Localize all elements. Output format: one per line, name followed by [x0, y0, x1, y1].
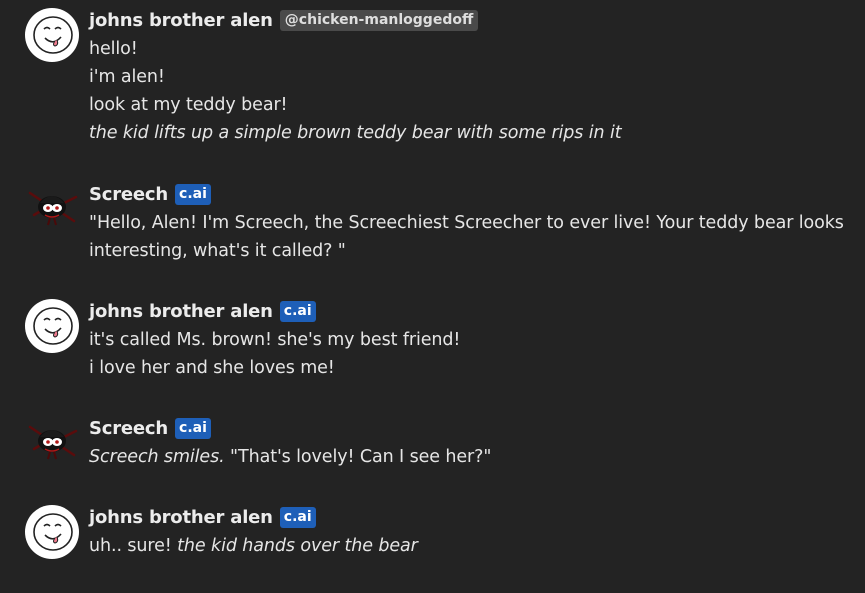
cai-badge: c.ai [279, 300, 316, 322]
message-body: Screech smiles. "That's lovely! Can I se… [89, 443, 854, 471]
chat-message: johns brother alen c.ai uh.. sure! the k… [0, 504, 865, 574]
message-header: johns brother alen @chicken-manloggedoff [89, 7, 479, 33]
screech-creature-avatar-icon[interactable] [24, 415, 80, 471]
author-name[interactable]: johns brother alen [89, 507, 273, 528]
author-name[interactable]: Screech [89, 418, 168, 439]
message-speech-text: uh.. sure! [89, 536, 172, 556]
author-name[interactable]: Screech [89, 184, 168, 205]
message-line: i love her and she loves me! [89, 358, 335, 378]
message-body: "Hello, Alen! I'm Screech, the Screechie… [89, 209, 854, 265]
smiley-face-avatar-icon[interactable] [24, 298, 80, 354]
message-header: johns brother alen c.ai [89, 504, 316, 530]
message-line: hello! [89, 39, 138, 59]
message-header: Screech c.ai [89, 181, 211, 207]
message-body: hello! i'm alen! look at my teddy bear! … [89, 35, 854, 147]
message-line: look at my teddy bear! [89, 95, 288, 115]
message-body: it's called Ms. brown! she's my best fri… [89, 326, 854, 382]
message-header: Screech c.ai [89, 415, 211, 441]
user-handle-tag[interactable]: @chicken-manloggedoff [279, 9, 479, 31]
smiley-face-avatar-icon[interactable] [24, 7, 80, 63]
cai-badge: c.ai [175, 183, 211, 205]
chat-message: Screech c.ai Screech smiles. "That's lov… [0, 415, 865, 485]
author-name[interactable]: johns brother alen [89, 10, 273, 31]
chat-message: johns brother alen @chicken-manloggedoff… [0, 7, 865, 157]
chat-message: Screech c.ai "Hello, Alen! I'm Screech, … [0, 181, 865, 271]
message-action-text: the kid hands over the bear [177, 536, 418, 556]
message-action-text: Screech smiles. [89, 447, 225, 467]
message-header: johns brother alen c.ai [89, 298, 316, 324]
message-line: it's called Ms. brown! she's my best fri… [89, 330, 461, 350]
cai-badge: c.ai [175, 417, 211, 439]
message-body: uh.. sure! the kid hands over the bear [89, 532, 854, 560]
message-action-line: the kid lifts up a simple brown teddy be… [89, 123, 622, 143]
cai-badge: c.ai [279, 506, 316, 528]
message-line: "Hello, Alen! I'm Screech, the Screechie… [89, 213, 844, 261]
message-line: i'm alen! [89, 67, 165, 87]
author-name[interactable]: johns brother alen [89, 301, 273, 322]
message-speech-text: "That's lovely! Can I see her?" [230, 447, 492, 467]
message-line: uh.. sure! the kid hands over the bear [89, 532, 854, 560]
chat-log: johns brother alen @chicken-manloggedoff… [0, 0, 865, 593]
message-line: Screech smiles. "That's lovely! Can I se… [89, 443, 854, 471]
screech-creature-avatar-icon[interactable] [24, 181, 80, 237]
smiley-face-avatar-icon[interactable] [24, 504, 80, 560]
chat-message: johns brother alen c.ai it's called Ms. … [0, 298, 865, 388]
